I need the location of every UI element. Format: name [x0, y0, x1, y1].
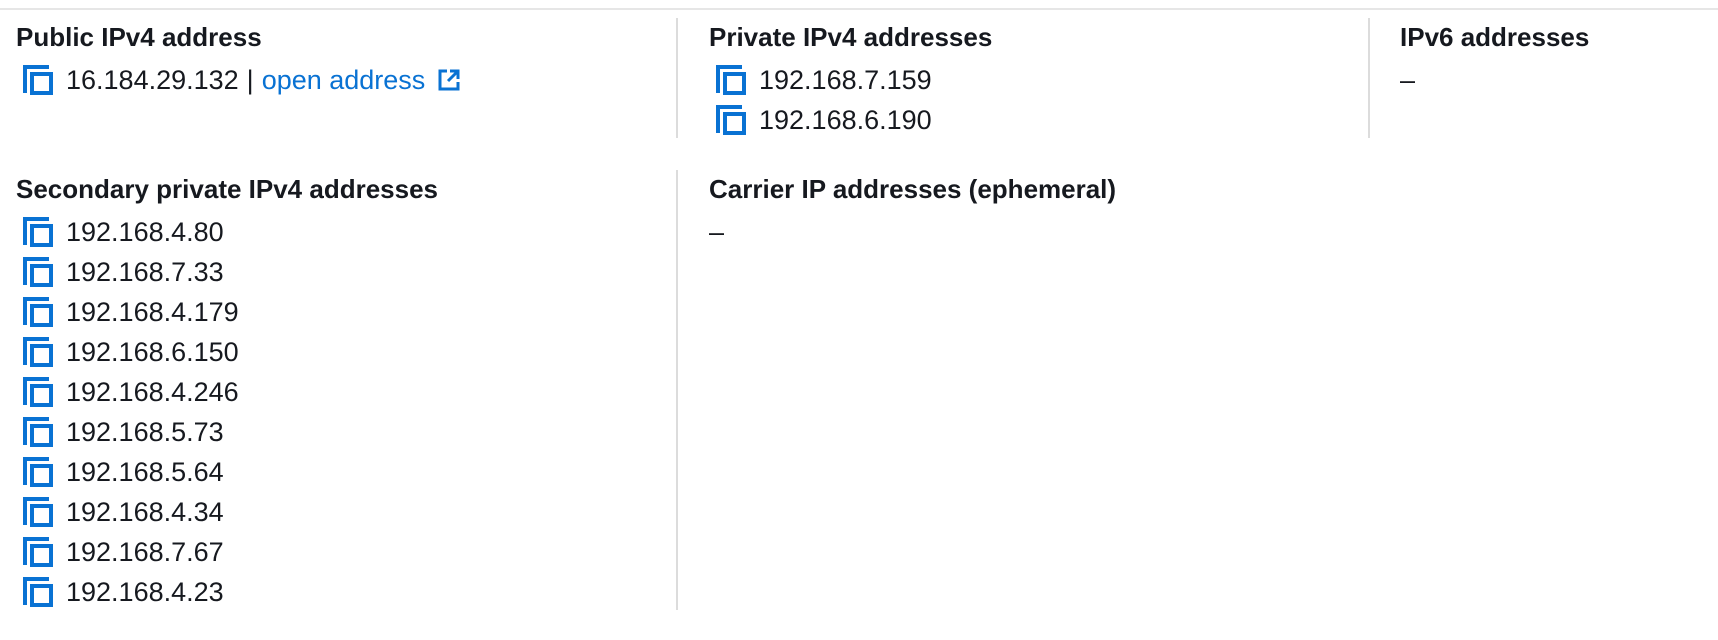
private-ipv4-value: 192.168.7.159: [759, 65, 932, 95]
secondary-ipv4-value: 192.168.6.150: [66, 337, 239, 367]
copy-icon[interactable]: [20, 374, 56, 410]
ipv6-label: IPv6 addresses: [1400, 22, 1590, 52]
private-ipv4-section: Private IPv4 addresses 192.168.7.159 192.…: [709, 20, 1349, 140]
secondary-ipv4-row: 192.168.4.179: [16, 292, 239, 332]
copy-icon[interactable]: [713, 62, 749, 98]
secondary-ipv4-value: 192.168.7.67: [66, 537, 224, 567]
ipv6-row: –: [1400, 60, 1415, 100]
copy-icon[interactable]: [20, 534, 56, 570]
secondary-ipv4-value: 192.168.4.179: [66, 297, 239, 327]
secondary-ipv4-row: 192.168.4.80: [16, 212, 239, 252]
public-ipv4-section: Public IPv4 address 16.184.29.132 | open…: [16, 20, 656, 140]
carrier-ip-empty-value: –: [709, 217, 725, 247]
top-border: [0, 8, 1718, 10]
copy-icon[interactable]: [20, 254, 56, 290]
copy-icon[interactable]: [20, 454, 56, 490]
copy-icon[interactable]: [20, 214, 56, 250]
ipv6-empty-value: –: [1400, 65, 1416, 95]
public-ipv4-value: 16.184.29.132: [66, 65, 239, 95]
carrier-ip-section: Carrier IP addresses (ephemeral) –: [709, 172, 1349, 292]
secondary-ipv4-value: 192.168.4.80: [66, 217, 224, 247]
column-divider: [1368, 18, 1370, 138]
copy-icon[interactable]: [20, 62, 56, 98]
copy-icon[interactable]: [20, 574, 56, 610]
secondary-ipv4-row: 192.168.4.23: [16, 572, 239, 612]
private-ipv4-row: 192.168.6.190: [709, 100, 932, 140]
secondary-ipv4-value: 192.168.4.246: [66, 377, 239, 407]
column-divider: [676, 170, 678, 610]
secondary-private-ipv4-label: Secondary private IPv4 addresses: [16, 174, 439, 204]
secondary-ipv4-row: 192.168.5.64: [16, 452, 239, 492]
secondary-ipv4-value: 192.168.5.73: [66, 417, 224, 447]
carrier-ip-row: –: [709, 212, 724, 252]
separator: |: [246, 64, 254, 95]
secondary-ipv4-value: 192.168.7.33: [66, 257, 224, 287]
secondary-ipv4-row: 192.168.6.150: [16, 332, 239, 372]
secondary-ipv4-row: 192.168.7.67: [16, 532, 239, 572]
copy-icon[interactable]: [20, 414, 56, 450]
secondary-ipv4-value: 192.168.5.64: [66, 457, 224, 487]
column-divider: [676, 18, 678, 138]
copy-icon[interactable]: [20, 294, 56, 330]
private-ipv4-value: 192.168.6.190: [759, 105, 932, 135]
public-ipv4-label: Public IPv4 address: [16, 22, 262, 52]
carrier-ip-label: Carrier IP addresses (ephemeral): [709, 174, 1117, 204]
open-address-label: open address: [261, 64, 426, 95]
secondary-ipv4-row: 192.168.7.33: [16, 252, 239, 292]
private-ipv4-row: 192.168.7.159: [709, 60, 932, 100]
private-ipv4-label: Private IPv4 addresses: [709, 22, 993, 52]
secondary-ipv4-value: 192.168.4.34: [66, 497, 224, 527]
secondary-ipv4-row: 192.168.4.34: [16, 492, 239, 532]
copy-icon[interactable]: [20, 494, 56, 530]
open-address-link[interactable]: open address: [262, 65, 462, 96]
secondary-ipv4-row: 192.168.5.73: [16, 412, 239, 452]
external-link-icon: [437, 68, 461, 92]
copy-icon[interactable]: [713, 102, 749, 138]
secondary-ipv4-value: 192.168.4.23: [66, 577, 224, 607]
copy-icon[interactable]: [20, 334, 56, 370]
secondary-ipv4-row: 192.168.4.246: [16, 372, 239, 412]
public-ipv4-row: 16.184.29.132 | open address: [16, 60, 461, 100]
secondary-private-ipv4-section: Secondary private IPv4 addresses 192.168…: [16, 172, 656, 632]
ipv6-section: IPv6 addresses –: [1400, 20, 1700, 140]
